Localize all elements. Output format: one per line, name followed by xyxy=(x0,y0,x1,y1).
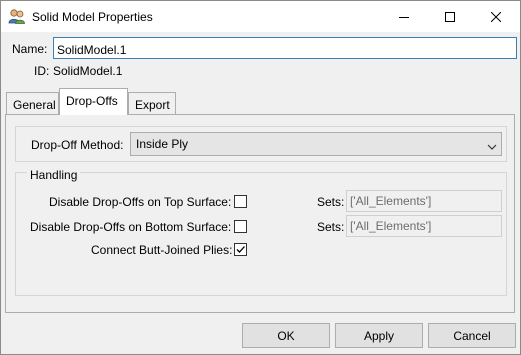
connect-butt-label: Connect Butt-Joined Plies: xyxy=(91,243,233,257)
drop-offs-panel: Drop-Off Method: Inside Ply Handling Dis… xyxy=(5,114,515,313)
drop-off-method-select[interactable]: Inside Ply xyxy=(130,132,502,156)
name-label: Name: xyxy=(12,42,48,56)
dialog-window: Solid Model Properties Name: ID: SolidMo… xyxy=(0,0,521,355)
id-label: ID: xyxy=(34,64,50,78)
close-button[interactable] xyxy=(473,1,519,32)
maximize-icon xyxy=(445,11,455,22)
chevron-down-icon xyxy=(487,140,497,154)
checkmark-icon xyxy=(236,246,245,253)
name-input[interactable] xyxy=(53,37,517,59)
connect-butt-checkbox[interactable] xyxy=(234,243,247,256)
bottom-sets-label: Sets: xyxy=(317,220,345,234)
users-icon xyxy=(8,8,26,24)
cancel-button[interactable]: Cancel xyxy=(428,323,516,348)
apply-button[interactable]: Apply xyxy=(335,323,423,348)
minimize-button[interactable] xyxy=(381,1,427,32)
maximize-button[interactable] xyxy=(427,1,473,32)
handling-title: Handling xyxy=(27,168,81,182)
id-value: SolidModel.1 xyxy=(53,64,123,78)
tab-drop-offs[interactable]: Drop-Offs xyxy=(59,88,128,115)
top-sets-label: Sets: xyxy=(317,195,345,209)
tab-export[interactable]: Export xyxy=(128,92,176,114)
top-sets-field[interactable]: ['All_Elements'] xyxy=(346,190,502,212)
drop-off-method-value: Inside Ply xyxy=(136,137,189,151)
disable-top-checkbox[interactable] xyxy=(234,195,247,208)
window-title: Solid Model Properties xyxy=(32,10,153,24)
title-bar[interactable]: Solid Model Properties xyxy=(1,1,520,32)
ok-button[interactable]: OK xyxy=(242,323,330,348)
close-icon xyxy=(491,11,501,22)
drop-off-method-label: Drop-Off Method: xyxy=(31,138,124,152)
disable-bottom-label: Disable Drop-Offs on Bottom Surface: xyxy=(30,220,232,234)
bottom-sets-field[interactable]: ['All_Elements'] xyxy=(346,215,502,237)
minimize-icon xyxy=(399,16,409,18)
disable-bottom-checkbox[interactable] xyxy=(234,220,247,233)
dialog-content: Name: ID: SolidModel.1 General Drop-Offs… xyxy=(1,32,520,354)
tab-general[interactable]: General xyxy=(6,92,59,114)
disable-top-label: Disable Drop-Offs on Top Surface: xyxy=(49,195,232,209)
